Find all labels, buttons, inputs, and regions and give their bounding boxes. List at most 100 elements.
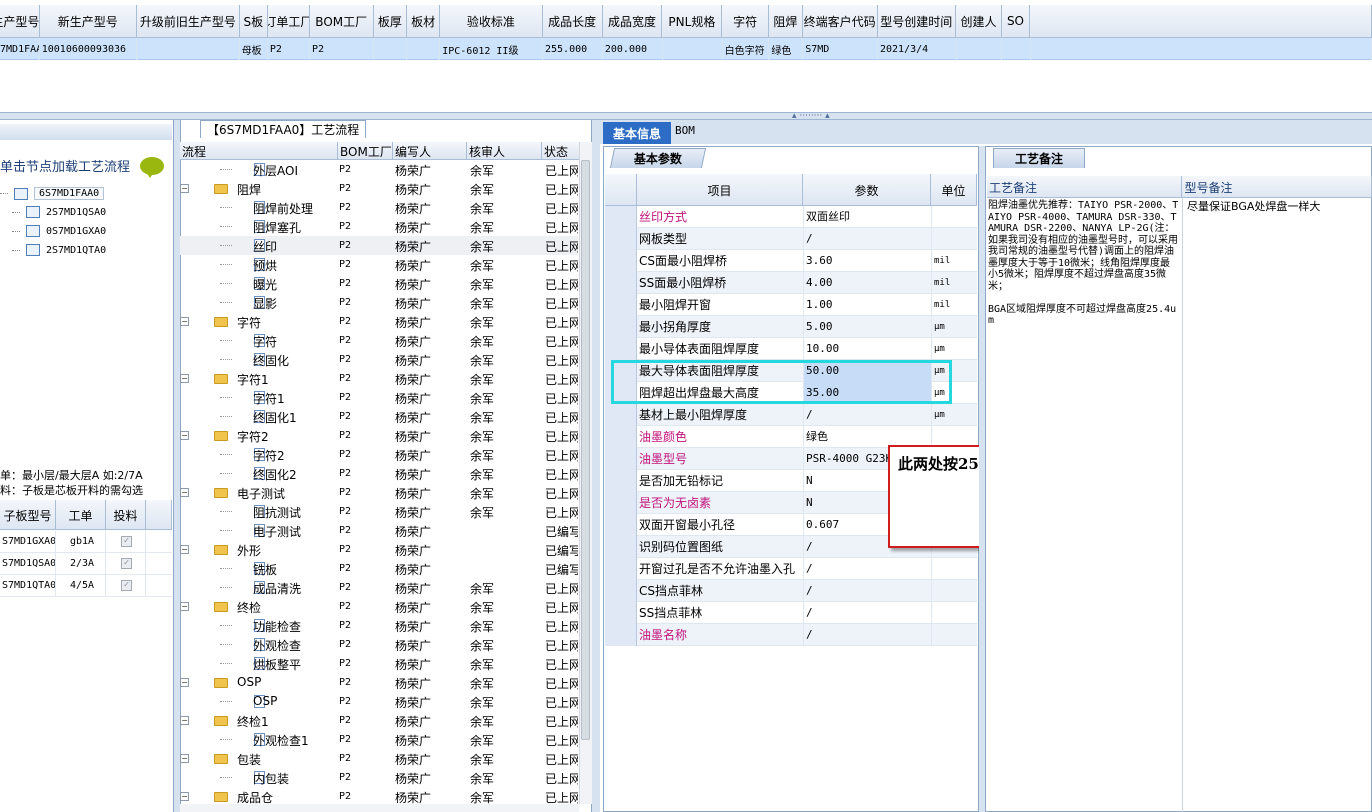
param-row[interactable]: 网板类型 / xyxy=(605,228,977,250)
param-value[interactable]: / xyxy=(803,558,931,580)
param-value[interactable]: 5.00 xyxy=(803,316,931,338)
table-cell[interactable] xyxy=(374,38,408,60)
column-header[interactable]: 核审人 xyxy=(467,142,542,160)
feed-checkbox[interactable]: ✓ xyxy=(121,536,132,547)
process-row[interactable]: − 阻焊 P2 杨荣广 余军 已上网 xyxy=(180,179,578,198)
param-value[interactable]: / xyxy=(803,624,931,646)
feed-checkbox-cell[interactable]: ✓ xyxy=(106,553,146,574)
column-header[interactable]: BOM工厂 xyxy=(309,5,374,38)
column-header[interactable]: 生产型号 xyxy=(0,5,40,38)
process-row[interactable]: 外层AOI P2 杨荣广 余军 已上网 xyxy=(180,160,578,179)
param-value[interactable]: / xyxy=(803,228,931,250)
tab-process-notes[interactable]: 工艺备注 xyxy=(993,148,1085,168)
column-header[interactable]: 板厚 xyxy=(373,5,408,38)
feed-checkbox[interactable]: ✓ xyxy=(121,580,132,591)
param-row[interactable]: CS挡点菲林 / xyxy=(605,580,977,602)
column-header[interactable]: 型号备注 xyxy=(1182,176,1372,198)
param-row[interactable]: 最小导体表面阻焊厚度 10.00 μm xyxy=(605,338,977,360)
param-value[interactable]: / xyxy=(803,602,931,624)
column-header[interactable]: 状态 xyxy=(542,142,580,160)
column-header[interactable]: 升级前旧生产型号 xyxy=(136,5,240,38)
table-cell[interactable]: S7MD xyxy=(803,38,878,60)
column-header[interactable]: BOM工厂 xyxy=(338,142,393,160)
process-row[interactable]: − 字符2 P2 杨荣广 余军 已上网 xyxy=(180,426,578,445)
table-row[interactable]: S7MD1QTA0 4/5A ✓ xyxy=(0,575,172,597)
tree-root-node[interactable]: 6S7MD1FAA0 xyxy=(0,187,105,200)
column-header[interactable]: PNL规格 xyxy=(662,5,723,38)
process-row[interactable]: 外观检查 P2 杨荣广 余军 已上网 xyxy=(180,635,578,654)
param-value[interactable]: / xyxy=(803,404,931,426)
process-row[interactable]: 阻抗测试 P2 杨荣广 余军 已上网 xyxy=(180,502,578,521)
column-header[interactable]: SO xyxy=(1001,5,1031,38)
param-value[interactable]: 双面丝印 xyxy=(803,206,931,228)
tab-bom[interactable]: BOM xyxy=(675,124,695,137)
process-note-text[interactable]: 阻焊油墨优先推荐：TAIYO PSR-2000、TAIYO PSR-4000、T… xyxy=(988,200,1180,327)
process-panel-tab[interactable]: 【6S7MD1FAA0】工艺流程 xyxy=(200,120,367,138)
table-cell[interactable]: 200.000 xyxy=(603,38,663,60)
process-row[interactable]: − 字符1 P2 杨荣广 余军 已上网 xyxy=(180,369,578,388)
process-row[interactable]: 字符1 P2 杨荣广 余军 已上网 xyxy=(180,388,578,407)
table-cell[interactable] xyxy=(957,38,1003,60)
table-cell[interactable] xyxy=(663,38,723,60)
process-row[interactable]: 终固化1 P2 杨荣广 余军 已上网 xyxy=(180,407,578,426)
tab-basic-params[interactable]: 基本参数 xyxy=(609,148,707,168)
order-cell[interactable]: 4/5A xyxy=(56,575,106,596)
collapse-toggle-icon[interactable]: − xyxy=(180,678,189,687)
process-row[interactable]: − 包装 P2 杨荣广 余军 已上网 xyxy=(180,749,578,768)
tree-child-node[interactable]: 2S7MD1QSA0 xyxy=(12,206,106,218)
collapse-toggle-icon[interactable]: − xyxy=(180,716,189,725)
feed-checkbox-cell[interactable]: ✓ xyxy=(106,531,146,552)
column-header[interactable] xyxy=(1030,5,1372,38)
table-cell[interactable]: IPC-6012 II级 xyxy=(440,38,543,60)
param-row[interactable]: 最小拐角厚度 5.00 μm xyxy=(605,316,977,338)
table-row[interactable]: S7MD1GXA0 gb1A ✓ xyxy=(0,531,172,553)
column-header[interactable]: S板 xyxy=(239,5,268,38)
column-header[interactable]: 成品长度 xyxy=(542,5,603,38)
process-row[interactable]: 外观检查1 P2 杨荣广 余军 已上网 xyxy=(180,730,578,749)
table-cell[interactable]: 白色字符 xyxy=(723,38,770,60)
process-row[interactable]: 铣板 P2 杨荣广 已编写 xyxy=(180,559,578,578)
column-header[interactable]: 流程 xyxy=(180,142,338,160)
column-header[interactable]: 参数 xyxy=(803,174,931,206)
process-row[interactable]: 终固化2 P2 杨荣广 余军 已上网 xyxy=(180,464,578,483)
process-row[interactable]: OSP P2 杨荣广 余军 已上网 xyxy=(180,692,578,711)
process-row[interactable]: 曝光 P2 杨荣广 余军 已上网 xyxy=(180,274,578,293)
table-row[interactable]: S7MD1QSA0 2/3A ✓ xyxy=(0,553,172,575)
process-row[interactable]: 显影 P2 杨荣广 余军 已上网 xyxy=(180,293,578,312)
process-horizontal-scrollbar[interactable] xyxy=(180,804,579,812)
feed-checkbox-cell[interactable]: ✓ xyxy=(106,575,146,596)
collapse-toggle-icon[interactable]: − xyxy=(180,317,189,326)
subboard-model-cell[interactable]: S7MD1QTA0 xyxy=(0,575,56,596)
column-header[interactable]: 成品宽度 xyxy=(602,5,663,38)
process-row[interactable]: 丝印 P2 杨荣广 余军 已上网 xyxy=(180,236,578,255)
splitter-grip-icon[interactable]: ▴ ········ ▴ xyxy=(792,112,852,121)
column-header[interactable]: 编写人 xyxy=(393,142,467,160)
table-cell[interactable]: 2021/3/4 xyxy=(878,38,957,60)
feed-checkbox[interactable]: ✓ xyxy=(121,558,132,569)
process-row[interactable]: − 电子测试 P2 杨荣广 余军 已上网 xyxy=(180,483,578,502)
process-row[interactable]: 字符2 P2 杨荣广 余军 已上网 xyxy=(180,445,578,464)
process-row[interactable]: − OSP P2 杨荣广 余军 已上网 xyxy=(180,673,578,692)
param-value[interactable]: 4.00 xyxy=(803,272,931,294)
param-row[interactable]: CS面最小阻焊桥 3.60 mil xyxy=(605,250,977,272)
param-value[interactable]: 10.00 xyxy=(803,338,931,360)
table-cell[interactable]: 绿色 xyxy=(769,38,804,60)
order-cell[interactable]: 2/3A xyxy=(56,553,106,574)
subboard-model-cell[interactable]: S7MD1GXA0 xyxy=(0,531,56,552)
process-row[interactable]: 电子测试 P2 杨荣广 已编写 xyxy=(180,521,578,540)
table-cell[interactable] xyxy=(407,38,441,60)
order-cell[interactable]: gb1A xyxy=(56,531,106,552)
column-header[interactable]: 终端客户代码 xyxy=(802,5,878,38)
column-header[interactable]: 工单 xyxy=(56,500,106,530)
collapse-toggle-icon[interactable]: − xyxy=(180,545,189,554)
collapse-toggle-icon[interactable]: − xyxy=(180,754,189,763)
param-row[interactable]: 油墨名称 / xyxy=(605,624,977,646)
column-header[interactable]: 子板型号 xyxy=(0,500,56,530)
process-row[interactable]: 字符 P2 杨荣广 余军 已上网 xyxy=(180,331,578,350)
process-row[interactable]: − 终检1 P2 杨荣广 余军 已上网 xyxy=(180,711,578,730)
param-value[interactable]: 3.60 xyxy=(803,250,931,272)
column-header[interactable]: 阻焊 xyxy=(769,5,803,38)
process-row[interactable]: − 终检 P2 杨荣广 余军 已上网 xyxy=(180,597,578,616)
collapse-toggle-icon[interactable]: − xyxy=(180,488,189,497)
param-value[interactable]: / xyxy=(803,580,931,602)
